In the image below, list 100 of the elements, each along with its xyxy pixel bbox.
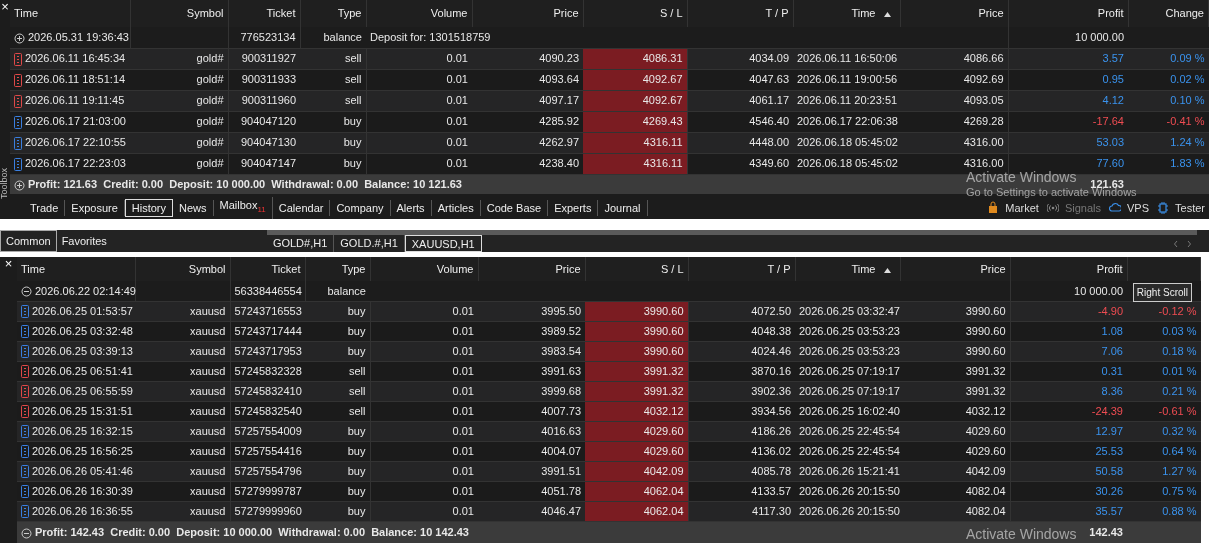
- column-header[interactable]: Time: [21, 262, 46, 275]
- table-cell: 4093.05: [900, 90, 1008, 111]
- column-header[interactable]: Volume: [436, 262, 474, 275]
- table-cell: 0.01: [370, 481, 478, 501]
- tab[interactable]: Trade: [24, 200, 66, 216]
- table-cell: 30.26: [1010, 481, 1127, 501]
- comment-text: Deposit for: 1301518759: [366, 27, 1008, 48]
- table-cell: 2026.06.25 03:53:23: [795, 321, 900, 341]
- collapse-icon[interactable]: [21, 286, 32, 298]
- tab[interactable]: Journal: [598, 200, 648, 216]
- expand-icon[interactable]: [14, 32, 25, 44]
- table-cell: 0.95: [1008, 69, 1128, 90]
- table-cell: 0.01: [366, 90, 472, 111]
- deal-icon: [14, 136, 22, 150]
- column-header[interactable]: T / P: [767, 262, 791, 275]
- tab[interactable]: History: [124, 199, 174, 217]
- table-cell: 4061.17: [687, 90, 793, 111]
- table-cell: buy: [305, 481, 370, 501]
- toolbar-button[interactable]: VPS: [1105, 199, 1154, 217]
- column-header[interactable]: Volume: [430, 7, 468, 20]
- chart-tab[interactable]: GOLD.#,H1: [334, 235, 405, 252]
- table-cell: xauusd: [135, 401, 230, 421]
- column-header[interactable]: T / P: [765, 7, 789, 20]
- collapse-icon[interactable]: [21, 527, 32, 539]
- table-cell: 2026.06.11 18:51:14: [25, 73, 126, 86]
- column-header[interactable]: Symbol: [188, 262, 226, 275]
- table-cell: -0.61 %: [1127, 401, 1201, 421]
- table-cell: buy: [300, 153, 366, 174]
- column-header[interactable]: Change: [1165, 7, 1204, 20]
- table-cell: 2026.06.25 16:32:15: [32, 424, 133, 437]
- tab[interactable]: Calendar: [272, 200, 331, 216]
- chart-tab[interactable]: GOLD#,H1: [266, 235, 335, 252]
- table-cell: 0.09 %: [1128, 48, 1209, 69]
- column-header[interactable]: Symbol: [186, 7, 224, 20]
- table-cell: 2026.06.11 19:00:56: [793, 69, 900, 90]
- column-header[interactable]: S / L: [659, 7, 683, 20]
- column-header[interactable]: Price: [553, 7, 579, 20]
- table-cell: 904047120: [228, 111, 300, 132]
- table-cell: 4186.26: [688, 421, 795, 441]
- table-cell: 0.01: [366, 48, 472, 69]
- table-cell: 0.88 %: [1127, 501, 1201, 521]
- column-header[interactable]: Type: [341, 262, 366, 275]
- summary-text: Profit: 121.63 Credit: 0.00 Deposit: 10 000.00 Withdrawal: 0.00 Balance: 10 121.63: [28, 178, 462, 190]
- tab[interactable]: Code Base: [480, 200, 549, 216]
- tab[interactable]: Company: [330, 200, 391, 216]
- tab[interactable]: Articles: [431, 200, 481, 216]
- tab[interactable]: News: [173, 200, 214, 216]
- table-cell: 57257554796: [230, 461, 305, 481]
- table-cell: 2026.06.25 01:53:57: [32, 304, 133, 317]
- tab[interactable]: Alerts: [390, 200, 432, 216]
- tab[interactable]: Exposure: [65, 200, 125, 216]
- tab[interactable]: Favorites: [56, 230, 112, 252]
- chart-tab[interactable]: XAUUSD,H1: [404, 235, 482, 252]
- table-cell: 4448.00: [687, 132, 793, 153]
- expand-icon[interactable]: [14, 179, 25, 191]
- column-header[interactable]: Price: [978, 7, 1004, 20]
- deal-icon: [14, 115, 22, 129]
- table-cell: 2026.06.25 03:32:48: [32, 324, 133, 337]
- column-header[interactable]: Type: [337, 7, 362, 20]
- column-header[interactable]: Price: [555, 262, 581, 275]
- tab[interactable]: Common: [0, 230, 57, 252]
- column-header[interactable]: Ticket: [271, 262, 301, 275]
- table-cell: sell: [300, 69, 366, 90]
- column-header[interactable]: S / L: [660, 262, 684, 275]
- close-button[interactable]: ×: [1, 0, 9, 13]
- toolbar-button[interactable]: Tester: [1153, 199, 1209, 217]
- table-cell: xauusd: [135, 421, 230, 441]
- table-cell: -24.39: [1010, 401, 1127, 421]
- table-cell: 2026.06.11 19:11:45: [25, 94, 125, 107]
- tab[interactable]: Mailbox$_{11}$: [213, 197, 273, 219]
- table-cell: 2026.06.25 03:32:47: [795, 301, 900, 321]
- toolbar-button[interactable]: Market: [983, 199, 1043, 217]
- column-header[interactable]: Profit: [1097, 7, 1124, 20]
- table-cell: 2026.06.25 07:19:17: [795, 361, 900, 381]
- column-header[interactable]: Time: [851, 7, 876, 20]
- tab[interactable]: Experts: [548, 200, 599, 216]
- close-button[interactable]: ×: [4, 257, 13, 270]
- table-cell: 0.75 %: [1127, 481, 1201, 501]
- column-header[interactable]: Price: [980, 262, 1006, 275]
- table-cell: 0.01: [370, 421, 478, 441]
- table-cell: 0.10 %: [1128, 90, 1209, 111]
- deal-icon: [14, 94, 22, 108]
- table-cell: gold#: [130, 48, 228, 69]
- table-cell: buy: [300, 111, 366, 132]
- scroll-right-icon[interactable]: [1186, 240, 1192, 249]
- table-cell: 7.06: [1010, 341, 1127, 361]
- column-header[interactable]: Time: [851, 262, 876, 275]
- table-cell: 0.64 %: [1127, 441, 1201, 461]
- table-cell: 2026.06.26 16:36:55: [32, 504, 133, 517]
- table-cell: 2026.06.26 05:41:46: [32, 464, 133, 477]
- column-header[interactable]: Ticket: [266, 7, 296, 20]
- scroll-left-icon[interactable]: [1173, 240, 1179, 249]
- column-header[interactable]: Time: [14, 7, 39, 20]
- table-cell: 4316.11: [583, 132, 687, 153]
- deal-icon: [21, 385, 29, 399]
- table-cell: 4042.09: [900, 461, 1010, 481]
- column-header[interactable]: Profit: [1096, 262, 1123, 275]
- chip-icon: [1157, 201, 1170, 215]
- table-cell: 3990.60: [900, 321, 1010, 341]
- table-cell: sell: [305, 401, 370, 421]
